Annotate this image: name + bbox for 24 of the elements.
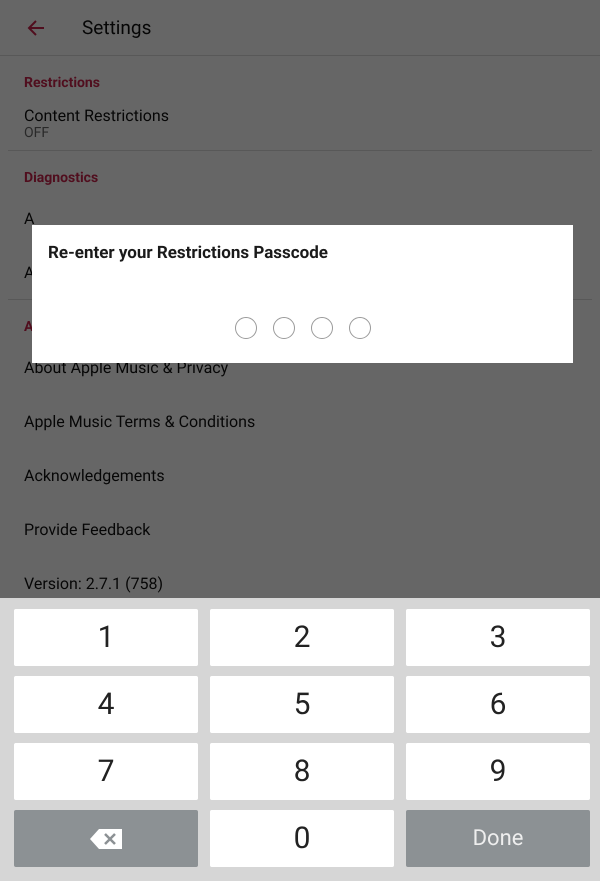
digit-key[interactable]: 6 bbox=[406, 676, 590, 733]
digit-key[interactable]: 1 bbox=[14, 609, 198, 666]
section-heading: Diagnostics bbox=[23, 169, 100, 188]
digit-key[interactable]: 4 bbox=[14, 676, 198, 733]
settings-item[interactable]: Version: 2.7.1 (758) bbox=[24, 574, 576, 592]
digit-key[interactable]: 7 bbox=[14, 743, 198, 800]
backspace-key[interactable] bbox=[14, 810, 198, 867]
screen-title: Settings bbox=[82, 16, 152, 39]
digit-key[interactable]: 5 bbox=[210, 676, 394, 733]
digit-key[interactable]: 3 bbox=[406, 609, 590, 666]
settings-item[interactable]: Provide Feedback bbox=[24, 520, 576, 538]
backspace-icon bbox=[90, 828, 122, 848]
digit-key[interactable]: 2 bbox=[210, 609, 394, 666]
settings-value: OFF bbox=[24, 124, 50, 140]
digit-key[interactable]: 9 bbox=[406, 743, 590, 800]
digit-key[interactable]: 8 bbox=[210, 743, 394, 800]
digit-key[interactable]: 0 bbox=[210, 810, 394, 867]
settings-item[interactable]: Apple Music Terms & Conditions bbox=[24, 412, 576, 430]
settings-item[interactable]: Content Restrictions bbox=[24, 106, 576, 124]
settings-item[interactable]: Acknowledgements bbox=[24, 466, 576, 484]
section-heading: Restrictions bbox=[23, 74, 101, 93]
settings-item[interactable]: A bbox=[24, 208, 576, 228]
back-arrow-icon[interactable] bbox=[26, 18, 46, 38]
dialog-title: Re-enter your Restrictions Passcode bbox=[48, 243, 329, 263]
